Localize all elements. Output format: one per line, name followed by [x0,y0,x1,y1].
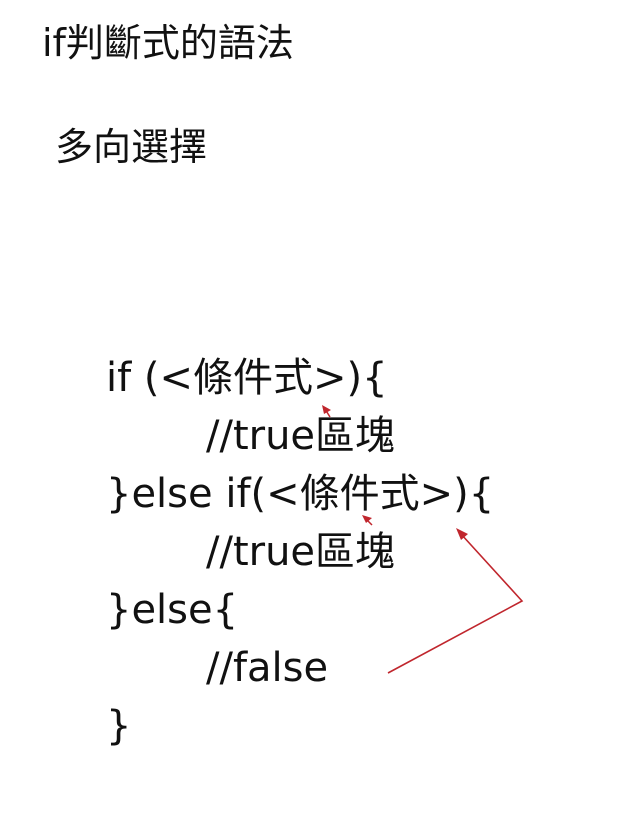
code-line-else: }else{ [106,587,239,633]
code-line-close-brace: } [106,703,132,749]
code-line-if: if (<條件式>){ [106,355,388,401]
code-line-else-if: }else if(<條件式>){ [106,471,495,517]
code-line-true-block-2: //true區塊 [206,529,396,575]
flow-arrow [387,528,524,674]
code-line-true-block-1: //true區塊 [206,413,396,459]
slide-title: if判斷式的語法 [42,21,294,65]
code-line-false-block: //false [206,645,329,691]
slide-subtitle: 多向選擇 [55,125,208,169]
